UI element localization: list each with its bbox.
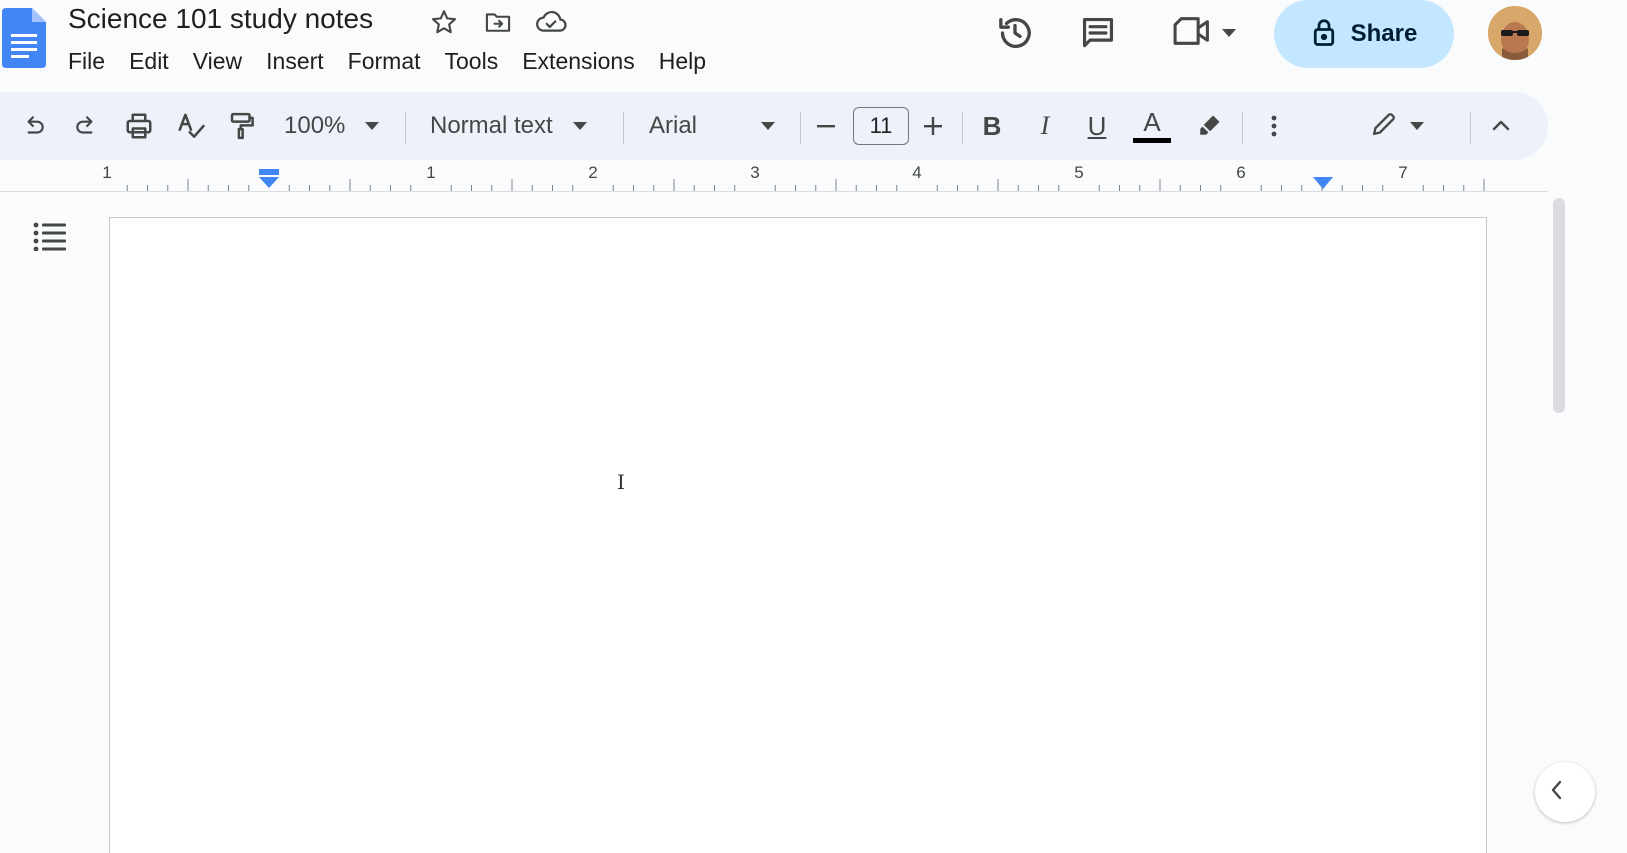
share-button[interactable]: Share <box>1274 0 1454 68</box>
text-color-swatch <box>1133 138 1171 143</box>
decrease-font-size-icon[interactable] <box>806 106 846 146</box>
chevron-left-icon <box>1549 779 1565 806</box>
paragraph-style-value: Normal text <box>430 112 553 139</box>
increase-font-size-icon[interactable] <box>913 106 953 146</box>
ruler-label: 5 <box>1074 163 1084 182</box>
text-color-button[interactable]: A <box>1132 106 1172 146</box>
chevron-down-icon <box>572 122 587 130</box>
redo-icon[interactable] <box>66 106 106 146</box>
font-size-input[interactable]: 11 <box>853 107 909 145</box>
menu-bar: File Edit View Insert Format Tools Exten… <box>56 44 718 78</box>
left-indent-marker[interactable] <box>258 169 282 189</box>
print-icon[interactable] <box>119 106 159 146</box>
italic-icon: I <box>1040 111 1050 140</box>
right-indent-marker[interactable] <box>1312 176 1334 190</box>
chevron-down-icon <box>365 122 380 130</box>
chevron-down-icon <box>1222 29 1236 37</box>
spellcheck-icon[interactable] <box>171 106 211 146</box>
bold-button[interactable]: B <box>972 106 1012 146</box>
version-history-icon[interactable] <box>992 10 1038 56</box>
ruler-label: 7 <box>1398 163 1408 182</box>
toolbar-divider <box>405 112 406 144</box>
undo-icon[interactable] <box>14 106 54 146</box>
avatar[interactable] <box>1488 6 1542 60</box>
font-family-value: Arial <box>649 112 698 139</box>
menu-tools[interactable]: Tools <box>433 46 511 77</box>
chevron-down-icon <box>761 122 776 130</box>
zoom-select[interactable]: 100% <box>284 106 380 146</box>
menu-view[interactable]: View <box>181 46 254 77</box>
text-color-icon: A <box>1143 107 1161 137</box>
menu-insert[interactable]: Insert <box>254 46 336 77</box>
italic-button[interactable]: I <box>1025 106 1065 146</box>
collapse-menus-icon[interactable] <box>1481 106 1521 146</box>
meet-video-icon <box>1172 13 1212 54</box>
highlight-pen-icon[interactable] <box>1189 106 1229 146</box>
underline-button[interactable]: U <box>1077 106 1117 146</box>
star-icon[interactable] <box>428 6 460 38</box>
menu-extensions[interactable]: Extensions <box>510 46 647 77</box>
ruler-label: 6 <box>1236 163 1246 182</box>
move-to-folder-icon[interactable] <box>482 6 514 38</box>
docs-logo-icon[interactable] <box>0 8 46 68</box>
toolbar-divider <box>623 112 624 144</box>
paint-format-icon[interactable] <box>222 106 262 146</box>
comments-icon[interactable] <box>1075 10 1121 56</box>
toolbar-divider <box>800 112 801 144</box>
document-title[interactable]: Science 101 study notes <box>68 2 373 36</box>
title-bar: Science 101 study notes File Edit View I… <box>0 0 1627 88</box>
share-label: Share <box>1350 20 1418 47</box>
side-panel-toggle[interactable] <box>1535 762 1595 822</box>
underline-icon: U <box>1087 110 1107 141</box>
ruler: 1 1 2 3 4 5 6 7 <box>0 162 1548 192</box>
ruler-label: 3 <box>750 163 760 182</box>
zoom-value: 100% <box>284 112 346 139</box>
menu-format[interactable]: Format <box>336 46 433 77</box>
font-family-select[interactable]: Arial <box>649 106 776 146</box>
editing-mode-button[interactable] <box>1362 106 1432 146</box>
paragraph-style-select[interactable]: Normal text <box>430 106 587 146</box>
toolbar-divider <box>1242 112 1243 144</box>
scrollbar[interactable] <box>1553 198 1565 413</box>
ruler-label: 4 <box>912 163 922 182</box>
menu-help[interactable]: Help <box>647 46 718 77</box>
ruler-label: 2 <box>588 163 598 182</box>
ruler-label: 1 <box>102 163 112 182</box>
bold-icon: B <box>982 110 1002 141</box>
pencil-icon <box>1370 110 1398 143</box>
more-options-icon[interactable] <box>1254 106 1294 146</box>
lock-icon <box>1311 17 1337 52</box>
chevron-down-icon <box>1410 122 1424 130</box>
menu-edit[interactable]: Edit <box>117 46 181 77</box>
cloud-saved-icon[interactable] <box>535 6 567 38</box>
document-page[interactable] <box>109 217 1487 853</box>
ruler-label: 1 <box>426 163 436 182</box>
meet-button[interactable] <box>1164 10 1244 56</box>
toolbar-divider <box>1470 112 1471 144</box>
menu-file[interactable]: File <box>56 46 117 77</box>
document-outline-icon[interactable] <box>30 218 70 254</box>
toolbar-divider <box>962 112 963 144</box>
formatting-toolbar: 100% Normal text Arial 11 B I U A <box>0 92 1548 160</box>
